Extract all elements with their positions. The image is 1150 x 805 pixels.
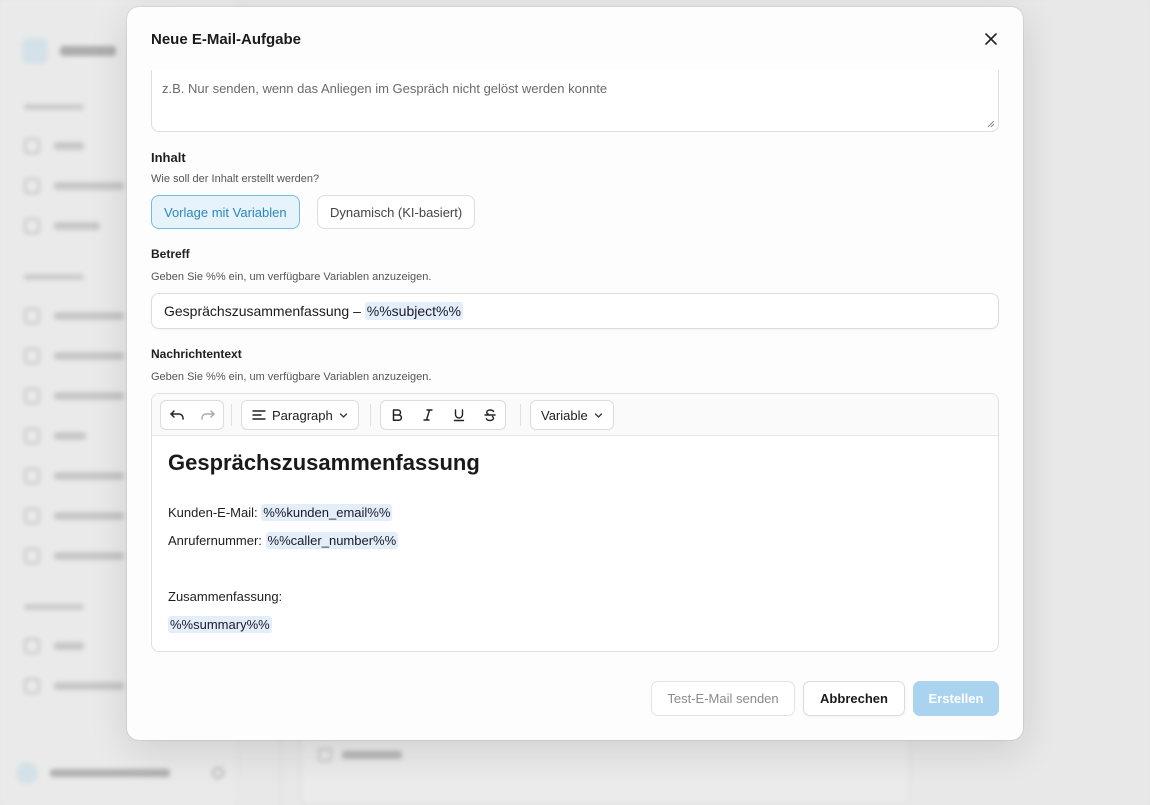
sidebar-item-placeholder — [24, 388, 124, 404]
paragraph-label: Paragraph — [272, 407, 333, 423]
body-summary-label: Zusammenfassung: — [168, 589, 283, 604]
strikethrough-button[interactable] — [474, 401, 505, 429]
caller-variable-chip: %%caller_number%% — [265, 532, 399, 549]
summary-variable-chip: %%summary%% — [168, 616, 272, 633]
variable-label: Variable — [541, 407, 588, 423]
italic-icon — [422, 409, 433, 421]
close-icon — [985, 33, 997, 45]
subject-text: Gesprächszusammenfassung – — [164, 303, 365, 319]
sidebar-item-placeholder — [24, 468, 124, 484]
sidebar-section-placeholder — [24, 104, 84, 110]
subject-variable-chip: %%subject%% — [364, 302, 463, 320]
brand-name-placeholder — [60, 46, 116, 56]
sidebar-item-placeholder — [24, 678, 124, 694]
background-brand — [22, 38, 116, 64]
email-variable-chip: %%kunden_email%% — [261, 504, 393, 521]
body-caller-label: Anrufernummer: — [168, 533, 266, 548]
message-help: Geben Sie %% ein, um verfügbare Variable… — [151, 371, 432, 383]
sidebar-item-placeholder — [24, 138, 84, 154]
body-summary-line: %%summary%% — [168, 616, 272, 633]
underline-button[interactable] — [443, 401, 474, 429]
body-caller-line: Anrufernummer: %%caller_number%% — [168, 532, 399, 549]
sidebar-item-placeholder — [24, 178, 124, 194]
chevron-down-icon — [339, 412, 347, 418]
variable-dropdown[interactable]: Variable — [530, 400, 614, 430]
create-button[interactable]: Erstellen — [913, 681, 999, 716]
align-left-icon — [252, 410, 266, 420]
editor-toolbar: Paragraph Variable — [152, 394, 998, 436]
resize-grip-icon[interactable] — [987, 120, 995, 128]
content-help: Wie soll der Inhalt erstellt werden? — [151, 173, 320, 185]
body-email-line: Kunden-E-Mail: %%kunden_email%% — [168, 504, 393, 521]
history-group — [160, 400, 224, 430]
message-label: Nachrichtentext — [151, 347, 242, 361]
sidebar-item-placeholder — [24, 218, 100, 234]
paragraph-dropdown[interactable]: Paragraph — [241, 400, 359, 430]
close-button[interactable] — [981, 29, 1001, 49]
background-user — [16, 762, 224, 784]
condition-placeholder: z.B. Nur senden, wenn das Anliegen im Ge… — [162, 81, 608, 96]
subject-label: Betreff — [151, 247, 190, 261]
redo-button[interactable] — [192, 401, 223, 429]
option-template-button[interactable]: Vorlage mit Variablen — [151, 195, 300, 229]
chevron-down-icon — [594, 412, 602, 418]
background-row — [318, 748, 402, 762]
sidebar-item-placeholder — [24, 308, 124, 324]
sidebar-item-placeholder — [24, 638, 84, 654]
sidebar-item-placeholder — [24, 428, 86, 444]
send-test-email-button[interactable]: Test-E-Mail senden — [651, 681, 795, 716]
sidebar-item-placeholder — [24, 348, 124, 364]
body-heading: Gesprächszusammenfassung — [168, 450, 480, 475]
body-email-label: Kunden-E-Mail: — [168, 505, 262, 520]
modal-title: Neue E-Mail-Aufgabe — [151, 31, 302, 48]
email-task-modal: Neue E-Mail-Aufgabe z.B. Nur senden, wen… — [127, 7, 1023, 740]
content-label: Inhalt — [151, 150, 186, 165]
sidebar-section-placeholder — [24, 274, 84, 280]
undo-button[interactable] — [161, 401, 192, 429]
option-dynamic-button[interactable]: Dynamisch (KI-basiert) — [317, 195, 476, 229]
subject-help: Geben Sie %% ein, um verfügbare Variable… — [151, 271, 432, 283]
sidebar-item-placeholder — [24, 548, 124, 564]
strikethrough-icon — [483, 409, 496, 422]
italic-button[interactable] — [412, 401, 443, 429]
message-editor: Paragraph Variable Gesprächszusammenfass… — [151, 393, 999, 652]
redo-icon — [200, 410, 215, 420]
underline-icon — [453, 409, 464, 422]
sidebar-section-placeholder — [24, 604, 84, 610]
format-group — [380, 400, 506, 430]
cancel-button[interactable]: Abbrechen — [803, 681, 905, 716]
sidebar-item-placeholder — [24, 508, 124, 524]
subject-input[interactable]: Gesprächszusammenfassung – %%subject%% — [151, 293, 999, 329]
bold-button[interactable] — [381, 401, 412, 429]
condition-textarea[interactable]: z.B. Nur senden, wenn das Anliegen im Ge… — [151, 70, 999, 132]
brand-logo — [22, 38, 48, 64]
undo-icon — [169, 410, 184, 420]
bold-icon — [392, 409, 402, 421]
